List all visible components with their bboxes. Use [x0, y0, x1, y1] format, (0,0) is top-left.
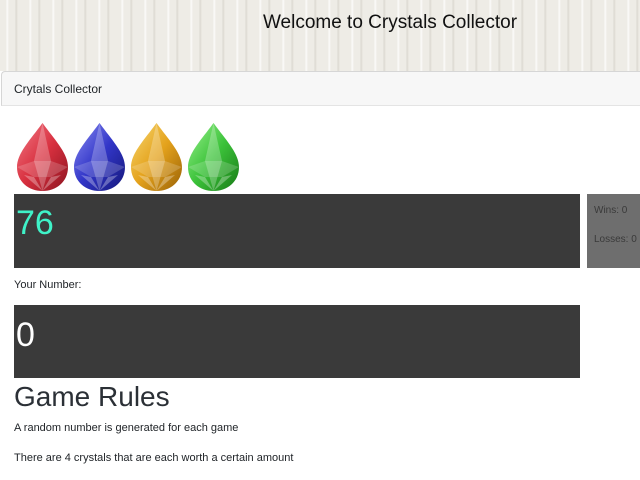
rules-heading: Game Rules	[14, 381, 170, 412]
scoreboard: Wins: 0 Losses: 0	[587, 194, 640, 268]
your-number: 0	[16, 316, 35, 354]
your-number-label: Your Number:	[14, 279, 82, 291]
green-crystal-icon[interactable]	[185, 121, 242, 193]
rule-item: A random number is generated for each ga…	[14, 422, 239, 434]
blue-crystal-icon[interactable]	[71, 121, 128, 193]
losses-count: Losses: 0	[594, 234, 637, 245]
red-crystal-icon[interactable]	[14, 121, 71, 193]
crystal-row	[14, 121, 242, 193]
wins-count: Wins: 0	[594, 205, 628, 216]
page-header: Welcome to Crystals Collector	[0, 0, 640, 71]
card-header: Crytals Collector	[1, 71, 640, 106]
page-title: Welcome to Crystals Collector	[262, 12, 518, 33]
your-number-box: 0	[14, 305, 580, 378]
rule-item: There are 4 crystals that are each worth…	[14, 452, 294, 464]
yellow-crystal-icon[interactable]	[128, 121, 185, 193]
target-number: 76	[16, 204, 54, 242]
card-title: Crytals Collector	[14, 82, 103, 96]
target-number-box: 76	[14, 194, 580, 268]
